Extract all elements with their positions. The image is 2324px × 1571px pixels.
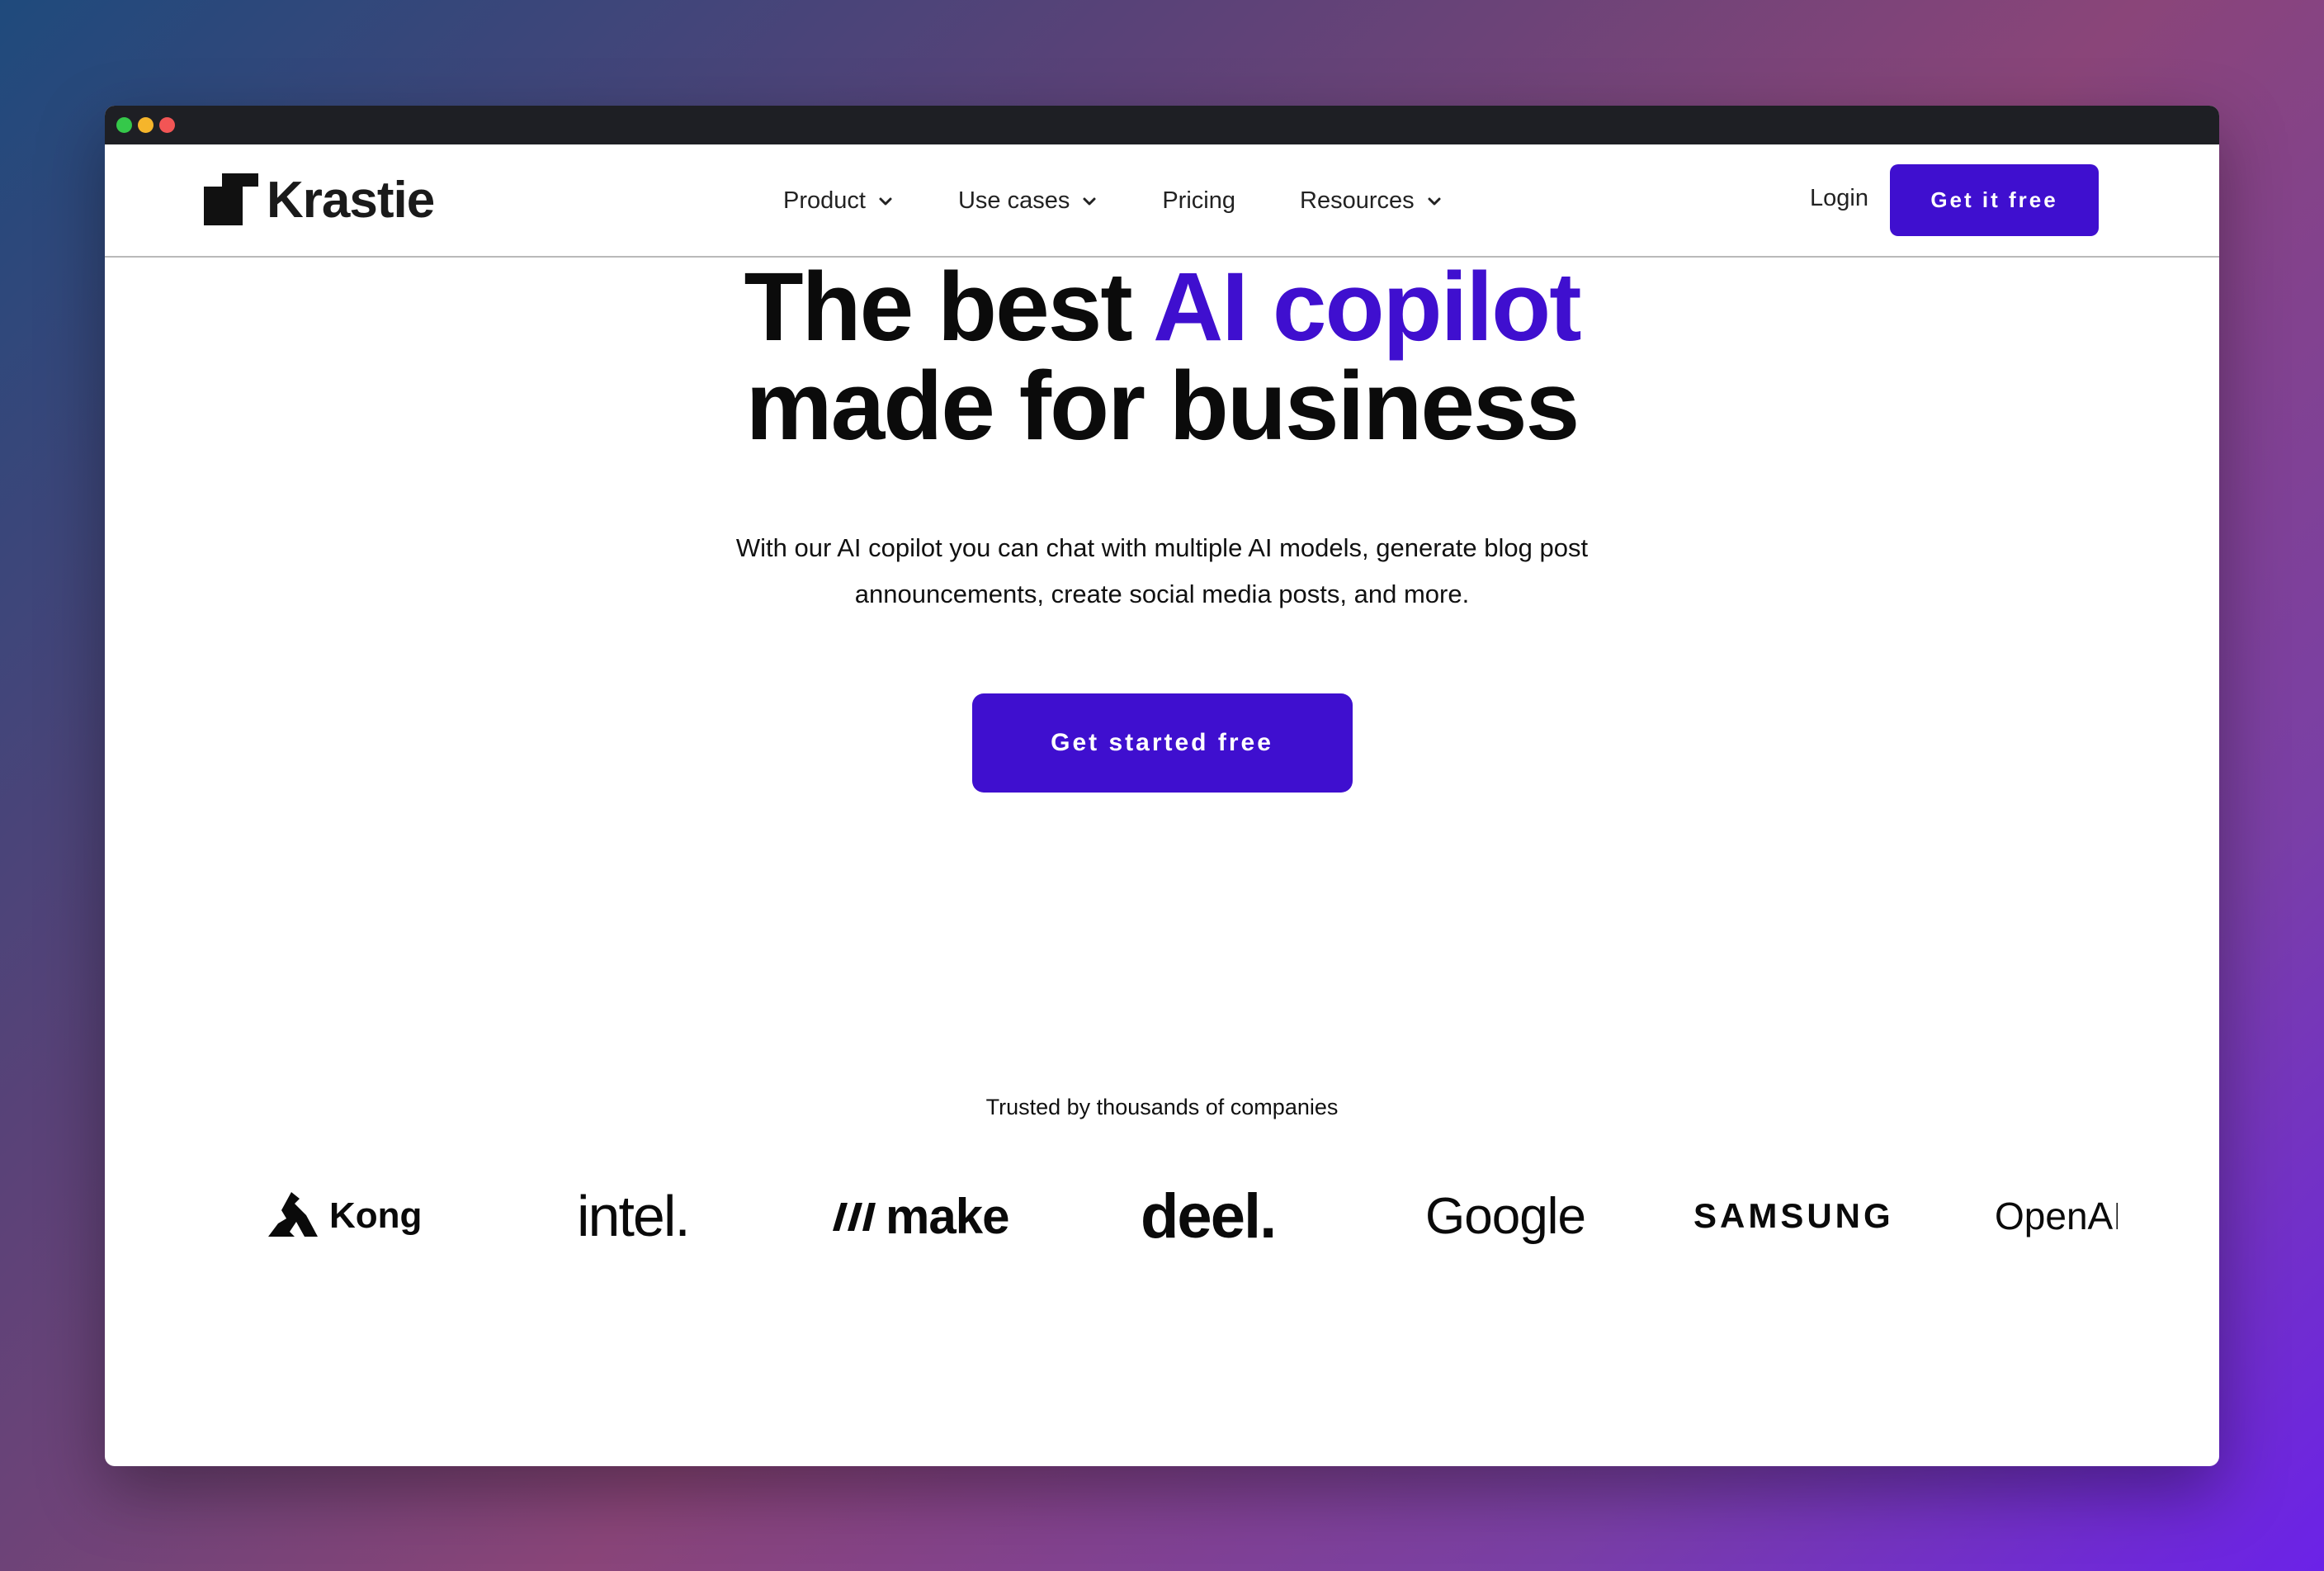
- chevron-down-icon: [879, 197, 892, 205]
- subtext-line-1: With our AI copilot you can chat with mu…: [735, 533, 1589, 562]
- nav-item-pricing[interactable]: Pricing: [1162, 187, 1235, 215]
- google-logo-text: Google: [1425, 1187, 1586, 1245]
- get-it-free-button[interactable]: Get it free: [1890, 164, 2099, 236]
- samsung-logo-text: SAMSUNG: [1693, 1196, 1894, 1235]
- nav-item-resources[interactable]: Resources: [1300, 187, 1443, 215]
- chevron-down-icon: [1428, 197, 1441, 205]
- window-minimize-button[interactable]: [138, 117, 154, 133]
- chevron-down-icon: [1083, 197, 1096, 205]
- nav-item-label: Resources: [1300, 187, 1415, 214]
- kong-gorilla-icon: [268, 1192, 318, 1237]
- window-maximize-button[interactable]: [116, 117, 132, 133]
- deel-logo-text: deel.: [1141, 1181, 1277, 1252]
- subtext-line-2: announcements, create social media posts…: [854, 580, 1470, 608]
- openai-logo-text: OpenAI: [1995, 1195, 2118, 1237]
- brand-name: Krastie: [267, 172, 435, 229]
- hero-section: The best AI copilot made for business Wi…: [105, 258, 2219, 793]
- nav-item-use-cases[interactable]: Use cases: [958, 187, 1098, 215]
- headline-accent: AI copilot: [1153, 253, 1582, 362]
- hero-headline: The best AI copilot made for business: [105, 258, 2219, 456]
- site-navbar: Krastie Product Use cases Pricing Resour…: [105, 144, 2219, 258]
- make-logo-text: make: [886, 1188, 1009, 1244]
- kong-logo: Kong: [267, 1171, 422, 1261]
- kong-logo-text: Kong: [329, 1195, 423, 1236]
- trusted-by-label: Trusted by thousands of companies: [985, 1095, 1339, 1119]
- nav-item-label: Pricing: [1162, 187, 1235, 214]
- headline-line-2: made for business: [745, 352, 1580, 461]
- headline-text: The best: [744, 253, 1154, 362]
- make-mark-icon: [833, 1203, 876, 1231]
- window-close-button[interactable]: [159, 117, 175, 133]
- samsung-logo: SAMSUNG: [1693, 1171, 1894, 1261]
- login-link[interactable]: Login: [1810, 185, 1868, 212]
- brand-logo[interactable]: Krastie: [204, 172, 435, 229]
- deel-logo: deel.: [1141, 1171, 1277, 1261]
- hero-subtext: With our AI copilot you can chat with mu…: [667, 525, 1657, 618]
- nav-item-label: Use cases: [957, 187, 1070, 214]
- nav-item-label: Product: [783, 187, 866, 214]
- window-titlebar: [105, 106, 2219, 144]
- openai-logo: OpenAI: [1988, 1171, 2118, 1261]
- get-started-free-button[interactable]: Get started free: [971, 693, 1353, 793]
- main-nav: Product Use cases Pricing Resources: [783, 144, 1507, 258]
- browser-window: Krastie Product Use cases Pricing Resour…: [105, 106, 2219, 1466]
- logo-mark-icon: [204, 173, 258, 228]
- intel-logo-text: intel.: [577, 1184, 691, 1248]
- google-logo: Google: [1425, 1171, 1586, 1261]
- nav-item-product[interactable]: Product: [783, 187, 894, 215]
- customer-logos: Kong intel. make deel. Google SAMSUNG Op…: [105, 1171, 2219, 1261]
- make-logo: make: [831, 1171, 1009, 1261]
- intel-logo: intel.: [577, 1171, 691, 1261]
